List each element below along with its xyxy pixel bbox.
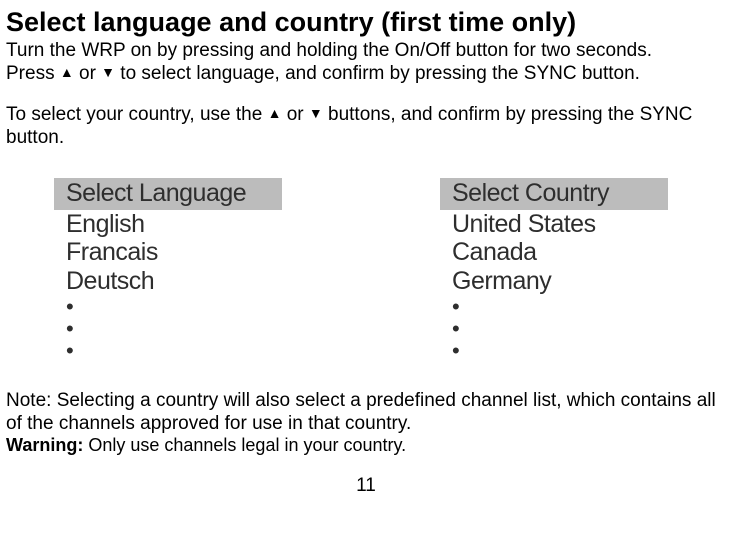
language-menu: Select Language English Francais Deutsch… bbox=[54, 178, 340, 362]
ellipsis-dot: • bbox=[54, 296, 340, 318]
ellipsis-dot: • bbox=[440, 318, 726, 340]
text-fragment: Press bbox=[6, 63, 60, 84]
country-menu-header: Select Country bbox=[440, 178, 668, 210]
warning-label: Warning: bbox=[6, 435, 83, 455]
country-menu: Select Country United States Canada Germ… bbox=[440, 178, 726, 362]
ellipsis-dot: • bbox=[440, 340, 726, 362]
language-option: Deutsch bbox=[54, 267, 340, 296]
country-option: Canada bbox=[440, 238, 726, 267]
up-arrow-icon: ▲ bbox=[268, 105, 282, 122]
intro-line-1: Turn the WRP on by pressing and holding … bbox=[6, 40, 726, 63]
menu-columns: Select Language English Francais Deutsch… bbox=[6, 178, 726, 362]
text-fragment: or bbox=[74, 63, 101, 84]
note-text: Note: Selecting a country will also sele… bbox=[6, 390, 726, 436]
warning-body: Only use channels legal in your country. bbox=[83, 435, 406, 455]
down-arrow-icon: ▼ bbox=[101, 64, 115, 81]
page-number: 11 bbox=[6, 475, 726, 498]
down-arrow-icon: ▼ bbox=[309, 105, 323, 122]
text-fragment: or bbox=[281, 104, 308, 125]
warning-text: Warning: Only use channels legal in your… bbox=[6, 435, 726, 457]
ellipsis-dot: • bbox=[54, 318, 340, 340]
ellipsis-dot: • bbox=[440, 296, 726, 318]
country-option: Germany bbox=[440, 267, 726, 296]
intro-line-3: To select your country, use the ▲ or ▼ b… bbox=[6, 104, 726, 150]
intro-line-2: Press ▲ or ▼ to select language, and con… bbox=[6, 63, 726, 86]
up-arrow-icon: ▲ bbox=[60, 64, 74, 81]
ellipsis-dot: • bbox=[54, 340, 340, 362]
language-option: Francais bbox=[54, 238, 340, 267]
text-fragment: to select language, and confirm by press… bbox=[115, 63, 640, 84]
language-option: English bbox=[54, 210, 340, 239]
language-menu-header: Select Language bbox=[54, 178, 282, 210]
page-title: Select language and country (first time … bbox=[6, 6, 726, 38]
text-fragment: To select your country, use the bbox=[6, 104, 268, 125]
country-option: United States bbox=[440, 210, 726, 239]
